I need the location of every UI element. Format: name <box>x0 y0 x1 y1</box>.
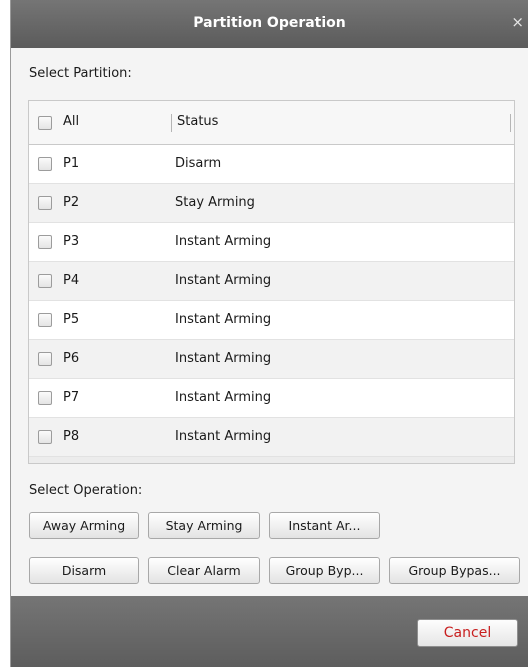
header-separator <box>171 114 172 132</box>
partition-name: P1 <box>63 156 80 171</box>
header-status-label: Status <box>177 114 219 129</box>
clear-alarm-button[interactable]: Clear Alarm <box>148 557 260 584</box>
row-checkbox[interactable] <box>38 274 52 288</box>
table-row[interactable]: P2 Stay Arming <box>29 184 514 223</box>
partition-table: All Status P1 Disarm P2 Stay Arming P3 I… <box>28 100 515 464</box>
select-operation-label: Select Operation: <box>29 483 143 498</box>
dialog-title: Partition Operation <box>193 15 346 31</box>
header-separator <box>510 114 511 132</box>
away-arming-button[interactable]: Away Arming <box>29 512 139 539</box>
stay-arming-button[interactable]: Stay Arming <box>148 512 260 539</box>
partition-name: P6 <box>63 351 80 366</box>
group-bypass-button[interactable]: Group Byp... <box>269 557 380 584</box>
partition-name: P2 <box>63 195 80 210</box>
partition-name: P7 <box>63 390 80 405</box>
header-all-label: All <box>63 114 80 129</box>
table-row[interactable]: P8 Instant Arming <box>29 418 514 457</box>
partition-status: Instant Arming <box>175 312 272 327</box>
row-checkbox[interactable] <box>38 391 52 405</box>
select-partition-label: Select Partition: <box>29 66 132 81</box>
title-bar: Partition Operation × <box>11 0 528 48</box>
row-checkbox[interactable] <box>38 157 52 171</box>
row-checkbox[interactable] <box>38 313 52 327</box>
partition-status: Instant Arming <box>175 234 272 249</box>
select-all-checkbox[interactable] <box>38 116 52 130</box>
instant-arming-button[interactable]: Instant Ar... <box>269 512 380 539</box>
row-checkbox[interactable] <box>38 430 52 444</box>
partition-status: Instant Arming <box>175 429 272 444</box>
row-checkbox[interactable] <box>38 352 52 366</box>
close-icon[interactable]: × <box>511 13 524 31</box>
partition-name: P3 <box>63 234 80 249</box>
partition-status: Stay Arming <box>175 195 255 210</box>
partition-name: P5 <box>63 312 80 327</box>
group-bypass-restore-button[interactable]: Group Bypas... <box>389 557 520 584</box>
dialog-footer: Cancel <box>11 596 528 667</box>
table-header: All Status <box>29 101 514 145</box>
partition-status: Disarm <box>175 156 222 171</box>
partition-status: Instant Arming <box>175 351 272 366</box>
table-row[interactable]: P7 Instant Arming <box>29 379 514 418</box>
table-row[interactable]: P3 Instant Arming <box>29 223 514 262</box>
horizontal-scrollbar[interactable] <box>29 457 514 463</box>
table-row[interactable]: P1 Disarm <box>29 145 514 184</box>
partition-name: P8 <box>63 429 80 444</box>
partition-status: Instant Arming <box>175 273 272 288</box>
partition-name: P4 <box>63 273 80 288</box>
row-checkbox[interactable] <box>38 235 52 249</box>
table-row[interactable]: P5 Instant Arming <box>29 301 514 340</box>
cancel-button[interactable]: Cancel <box>417 619 518 647</box>
partition-operation-dialog: Partition Operation × Select Partition: … <box>11 0 528 667</box>
partition-status: Instant Arming <box>175 390 272 405</box>
table-row[interactable]: P6 Instant Arming <box>29 340 514 379</box>
table-row[interactable]: P4 Instant Arming <box>29 262 514 301</box>
row-checkbox[interactable] <box>38 196 52 210</box>
disarm-button[interactable]: Disarm <box>29 557 139 584</box>
